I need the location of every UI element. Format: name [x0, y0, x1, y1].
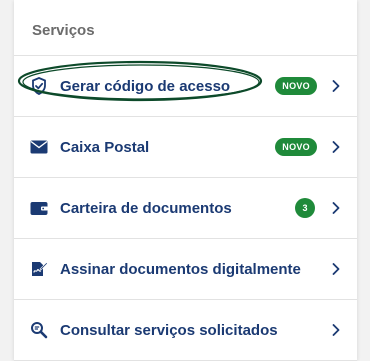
service-label: Consultar serviços solicitados	[60, 321, 278, 339]
service-item-caixa-postal[interactable]: Caixa Postal NOVO	[14, 117, 357, 178]
service-item-carteira[interactable]: Carteira de documentos 3	[14, 178, 357, 239]
service-item-gerar-codigo[interactable]: Gerar código de acesso NOVO	[14, 56, 357, 117]
service-label: Assinar documentos digitalmente	[60, 260, 301, 278]
envelope-icon	[30, 138, 48, 156]
new-badge: NOVO	[275, 138, 317, 156]
shield-check-icon	[30, 77, 48, 95]
new-badge: NOVO	[275, 77, 317, 95]
wallet-icon	[30, 199, 48, 217]
chevron-right-icon	[329, 262, 343, 276]
service-label: Carteira de documentos	[60, 199, 232, 217]
service-item-assinar[interactable]: Assinar documentos digitalmente	[14, 239, 357, 300]
services-card: Serviços Gerar código de acesso NOVO Cai…	[14, 0, 357, 361]
chevron-right-icon	[329, 79, 343, 93]
sign-document-icon	[30, 260, 48, 278]
count-badge: 3	[295, 198, 315, 218]
chevron-right-icon	[329, 140, 343, 154]
service-label: Caixa Postal	[60, 138, 150, 156]
chevron-right-icon	[329, 323, 343, 337]
search-list-icon	[30, 321, 48, 339]
section-title: Serviços	[14, 0, 357, 56]
chevron-right-icon	[329, 201, 343, 215]
service-item-consultar[interactable]: Consultar serviços solicitados	[14, 300, 357, 361]
service-label: Gerar código de acesso	[60, 77, 231, 95]
